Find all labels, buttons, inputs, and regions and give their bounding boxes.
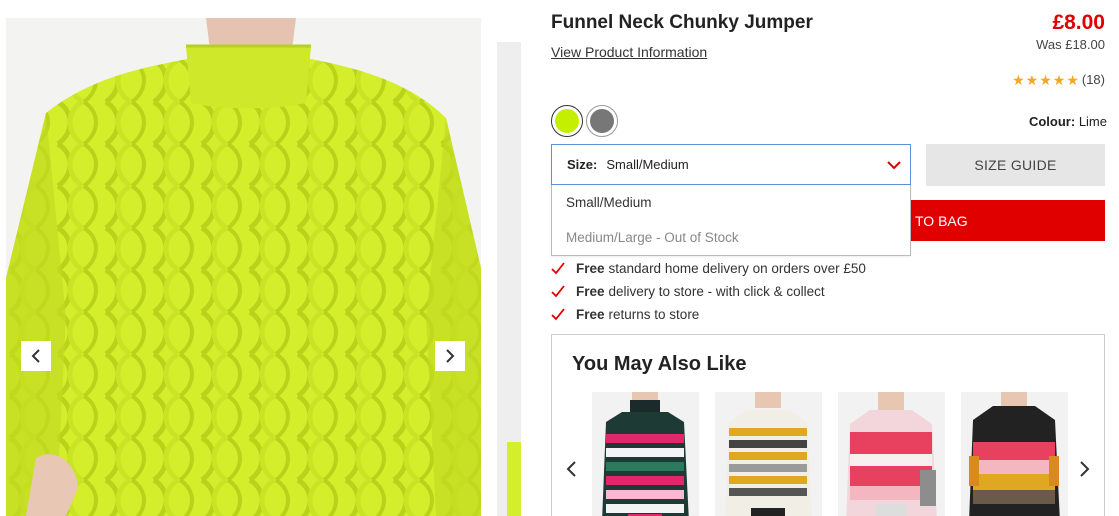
check-icon [551, 262, 565, 275]
star-icon: ★ [1012, 71, 1025, 88]
gallery-next-button[interactable] [435, 341, 465, 371]
gallery-prev-button[interactable] [21, 341, 51, 371]
recommendations-next-button[interactable] [1076, 458, 1092, 480]
recommendation-item-2[interactable] [715, 392, 822, 516]
star-icon: ★ [1039, 71, 1052, 88]
delivery-text: returns to store [608, 307, 700, 322]
delivery-bold: Free [576, 284, 605, 299]
current-price: £8.00 [1052, 11, 1105, 34]
pink-block-jumper-image [838, 392, 945, 516]
delivery-bold: Free [576, 261, 605, 276]
delivery-info-list: Free standard home delivery on orders ov… [551, 257, 866, 326]
recommendations-prev-button[interactable] [563, 458, 579, 480]
colour-swatch-lime[interactable] [551, 105, 583, 137]
delivery-item: Free standard home delivery on orders ov… [551, 257, 866, 280]
product-gallery [0, 0, 540, 516]
colour-swatch-grey[interactable] [586, 105, 618, 137]
add-to-bag-label: TO BAG [915, 213, 968, 229]
recommendation-item-1[interactable] [592, 392, 699, 516]
was-price: Was £18.00 [1036, 37, 1105, 52]
product-title: Funnel Neck Chunky Jumper [551, 12, 813, 33]
heart-stripe-jumper-image [592, 392, 699, 516]
size-select[interactable]: Size: Small/Medium [551, 144, 911, 185]
delivery-text: delivery to store - with click & collect [608, 284, 825, 299]
recommendation-item-3[interactable] [838, 392, 945, 516]
star-icon: ★ [1025, 71, 1039, 88]
you-may-also-like-panel: You May Also Like [551, 334, 1105, 516]
mustard-stripe-jumper-image [715, 392, 822, 516]
delivery-bold: Free [576, 307, 605, 322]
chevron-right-icon [446, 349, 455, 363]
selected-colour: Colour: Lime [1029, 114, 1107, 129]
delivery-item: Free returns to store [551, 303, 866, 326]
size-selected-value: Small/Medium [606, 157, 689, 172]
product-rating[interactable]: ★ ★ ★ ★ ★ (18) [1012, 72, 1105, 87]
rating-count: (18) [1081, 72, 1105, 87]
chevron-right-icon [1079, 461, 1089, 477]
delivery-text: standard home delivery on orders over £5… [608, 261, 866, 276]
chevron-left-icon [566, 461, 576, 477]
size-option-small-medium[interactable]: Small/Medium [552, 185, 910, 220]
size-label: Size: [567, 157, 598, 172]
swatch-fill [590, 109, 614, 133]
size-option-medium-large[interactable]: Medium/Large - Out of Stock [552, 220, 910, 255]
chevron-down-icon [887, 161, 901, 170]
product-main-image[interactable] [6, 18, 481, 516]
delivery-item: Free delivery to store - with click & co… [551, 280, 866, 303]
star-icon: ★ [1052, 71, 1066, 88]
check-icon [551, 285, 565, 298]
colour-label: Colour: [1028, 114, 1076, 129]
colour-block-jumper-image [961, 392, 1068, 516]
next-product-image-preview [497, 42, 521, 516]
recommendation-item-4[interactable] [961, 392, 1068, 516]
size-guide-button[interactable]: SIZE GUIDE [926, 144, 1105, 186]
swatch-fill [555, 109, 579, 133]
recommendations-title: You May Also Like [572, 353, 747, 375]
star-icon: ★ [1066, 71, 1079, 88]
colour-value: Lime [1078, 114, 1107, 129]
size-dropdown-list: Small/Medium Medium/Large - Out of Stock [551, 185, 911, 256]
chevron-left-icon [31, 349, 40, 363]
view-product-information-link[interactable]: View Product Information [551, 44, 707, 60]
check-icon [551, 308, 565, 321]
